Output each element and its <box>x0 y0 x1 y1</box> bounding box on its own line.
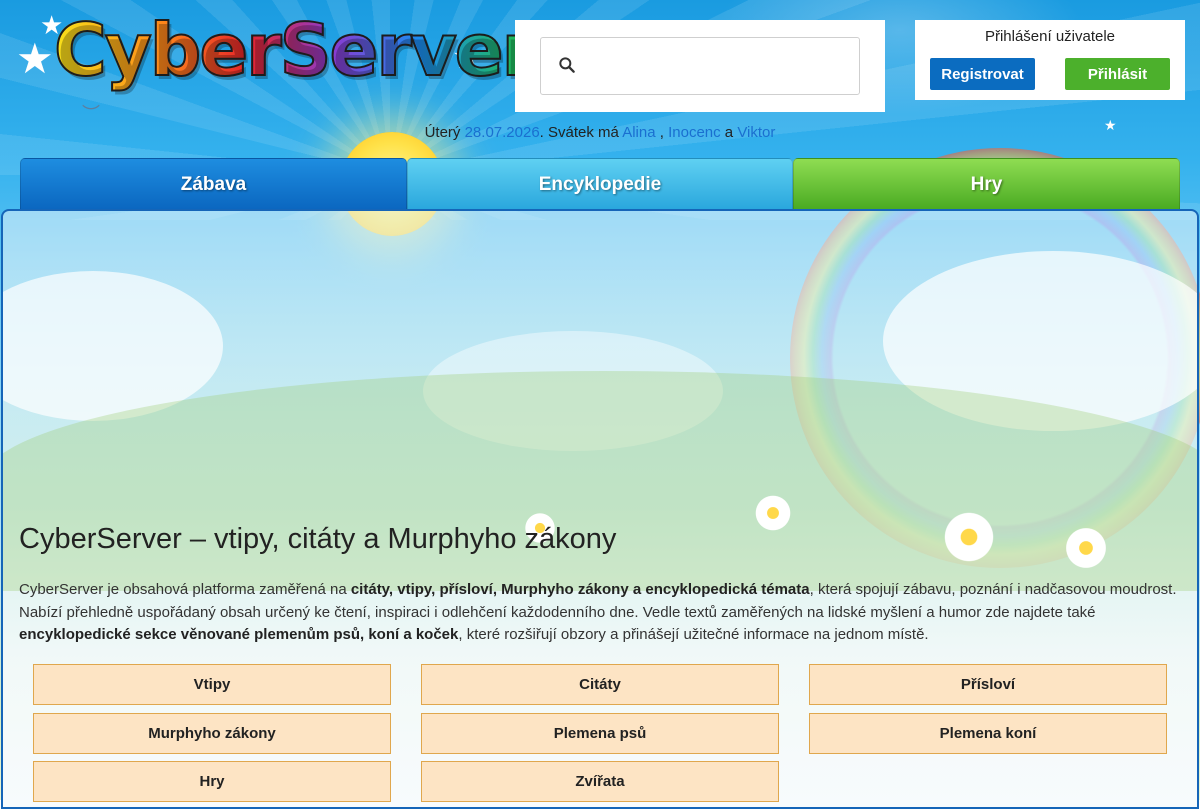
star-decoration: ★ <box>16 35 54 82</box>
tab-hry[interactable]: Hry <box>793 158 1180 210</box>
site-logo[interactable]: CyberServer <box>53 7 538 93</box>
intro-text: , které rozšiřují obzory a přinášejí uži… <box>458 626 929 643</box>
category-zvirata[interactable]: Zvířata <box>421 761 779 802</box>
flower-decoration <box>1063 525 1109 571</box>
intro-bold: encyklopedické sekce věnované plemenům p… <box>19 626 459 643</box>
category-hry[interactable]: Hry <box>33 761 391 802</box>
hill-decoration <box>3 371 1197 591</box>
register-button[interactable]: Registrovat <box>930 58 1035 90</box>
nameday-link-viktor[interactable]: Viktor <box>737 124 775 141</box>
tab-zabava[interactable]: Zábava <box>20 158 407 210</box>
intro-text: CyberServer je obsahová platforma zaměře… <box>19 581 351 598</box>
search-panel <box>515 20 885 112</box>
search-icon[interactable] <box>557 55 577 75</box>
category-murphyho-zakony[interactable]: Murphyho zákony <box>33 713 391 754</box>
separator-text: a <box>720 124 738 141</box>
category-prislovi[interactable]: Přísloví <box>809 664 1167 705</box>
category-citaty[interactable]: Citáty <box>421 664 779 705</box>
separator-text: , <box>655 124 669 141</box>
nameday-link-inocenc[interactable]: Inocenc <box>668 124 721 141</box>
intro-paragraph: CyberServer je obsahová platforma zaměře… <box>19 579 1184 647</box>
search-input[interactable] <box>589 46 853 86</box>
tab-encyklopedie[interactable]: Encyklopedie <box>407 158 793 210</box>
main-panel: CyberServer – vtipy, citáty a Murphyho z… <box>1 209 1199 809</box>
page-title: CyberServer – vtipy, citáty a Murphyho z… <box>19 523 617 555</box>
nameday-text: . Svátek má <box>539 124 623 141</box>
flower-decoration <box>941 509 997 565</box>
category-vtipy[interactable]: Vtipy <box>33 664 391 705</box>
date-nameday-line: Úterý 28.07.2026. Svátek má Alina , Inoc… <box>0 124 1200 141</box>
weekday-text: Úterý <box>424 124 465 141</box>
login-title: Přihlášení uživatele <box>984 28 1116 45</box>
date-link[interactable]: 28.07.2026 <box>465 124 540 141</box>
flower-decoration <box>753 493 793 533</box>
category-plemena-psu[interactable]: Plemena psů <box>421 713 779 754</box>
search-field[interactable] <box>540 37 860 95</box>
intro-bold: citáty, vtipy, přísloví, Murphyho zákony… <box>350 581 810 598</box>
category-plemena-koni[interactable]: Plemena koní <box>809 713 1167 754</box>
login-button[interactable]: Přihlásit <box>1065 58 1170 90</box>
nameday-link-alina[interactable]: Alina <box>622 124 655 141</box>
bird-decoration: ︶ <box>82 104 100 124</box>
login-panel: Přihlášení uživatele Registrovat Přihlás… <box>915 20 1185 100</box>
